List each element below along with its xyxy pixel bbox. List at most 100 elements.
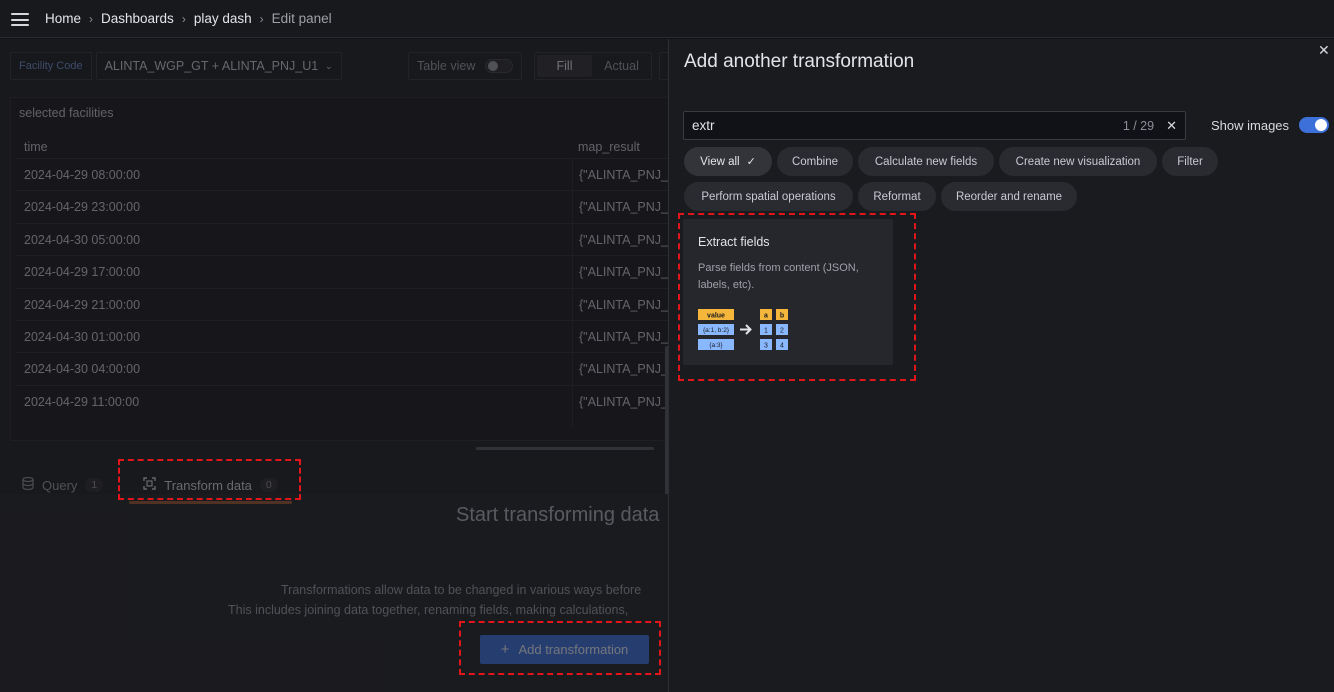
table-view-toggle[interactable]: Table view: [408, 52, 522, 80]
fill-actual-group: Fill Actual: [534, 52, 652, 80]
plus-icon: +: [500, 641, 510, 658]
clear-search-icon[interactable]: ✕: [1166, 118, 1177, 134]
table-view-label: Table view: [417, 59, 476, 73]
cell-time: 2024-04-30 04:00:00: [24, 362, 141, 377]
transformation-search: 1 / 29 ✕: [683, 111, 1186, 140]
illus-cell-2: 2: [780, 327, 784, 334]
table-row[interactable]: 2024-04-29 17:00:00 {"ALINTA_PNJ_: [15, 255, 668, 287]
panel-title: selected facilities: [19, 106, 114, 120]
filter-reorder-and-rename[interactable]: Reorder and rename: [941, 182, 1077, 211]
show-images-label: Show images: [1211, 117, 1290, 133]
filter-calculate-new-fields[interactable]: Calculate new fields: [858, 147, 994, 176]
column-header-time[interactable]: time: [24, 140, 48, 154]
breadcrumb-dashboard[interactable]: play dash: [194, 11, 252, 26]
breadcrumb-current: Edit panel: [271, 11, 332, 26]
cell-map-result: {"ALINTA_PNJ_: [579, 265, 668, 280]
table-row[interactable]: 2024-04-29 21:00:00 {"ALINTA_PNJ_: [15, 287, 668, 320]
table-row[interactable]: 2024-04-30 05:00:00 {"ALINTA_PNJ_: [15, 222, 668, 255]
table-body: 2024-04-29 08:00:00 {"ALINTA_PNJ_ 2024-04-…: [15, 158, 668, 417]
table-row[interactable]: 2024-04-29 11:00:00 {"ALINTA_PNJ_: [15, 384, 668, 417]
cell-time: 2024-04-30 01:00:00: [24, 329, 141, 344]
variable-label: Facility Code: [10, 52, 92, 80]
horizontal-scrollbar[interactable]: [476, 447, 654, 450]
illus-header-a: a: [764, 312, 768, 319]
column-header-map-result[interactable]: map_result: [578, 140, 640, 154]
empty-state-line2: This includes joining data together, ren…: [228, 603, 629, 617]
filter-view-all-label: View all: [700, 155, 740, 168]
table-row[interactable]: 2024-04-29 08:00:00 {"ALINTA_PNJ_: [15, 158, 668, 190]
check-icon: ✓: [746, 156, 756, 168]
add-transformation-drawer: Add another transformation ✕ 1 / 29 ✕ Sh…: [668, 39, 1334, 692]
breadcrumb-dashboards[interactable]: Dashboards: [101, 11, 174, 26]
table-row[interactable]: 2024-04-29 23:00:00 {"ALINTA_PNJ_: [15, 190, 668, 222]
editor-tabs: Query 1 Transform data 0: [22, 468, 292, 504]
search-input[interactable]: [692, 118, 1123, 133]
tab-transform-label: Transform data: [164, 477, 252, 493]
cell-map-result: {"ALINTA_PNJ_: [579, 394, 668, 409]
database-icon: [22, 476, 34, 493]
toggle-switch[interactable]: [485, 59, 513, 73]
show-images-toggle[interactable]: [1299, 117, 1330, 133]
search-result-count: 1 / 29: [1122, 118, 1155, 133]
filter-perform-spatial-operations[interactable]: Perform spatial operations: [684, 182, 853, 211]
illus-cell-3: 3: [764, 342, 768, 349]
cell-map-result: {"ALINTA_PNJ_: [579, 200, 668, 215]
transform-icon: [143, 477, 156, 493]
cell-map-result: {"ALINTA_PNJ_: [579, 362, 668, 377]
transformation-card-extract-fields[interactable]: Extract fields Parse fields from content…: [683, 219, 893, 365]
chevron-down-icon: ⌄: [325, 60, 333, 71]
illus-cell-1: 1: [764, 327, 768, 334]
cell-map-result: {"ALINTA_PNJ_: [579, 329, 668, 344]
add-transformation-button[interactable]: + Add transformation: [480, 635, 649, 664]
drawer-title: Add another transformation: [684, 51, 915, 72]
cell-map-result: {"ALINTA_PNJ_: [579, 232, 668, 247]
chevron-right-icon: ›: [259, 11, 264, 26]
time-picker-button[interactable]: [659, 52, 668, 80]
illus-value: value: [707, 312, 725, 319]
table-row[interactable]: 2024-04-30 04:00:00 {"ALINTA_PNJ_: [15, 352, 668, 384]
empty-state-title: Start transforming data: [456, 504, 660, 526]
chevron-right-icon: ›: [89, 11, 94, 26]
tab-query-count: 1: [85, 478, 104, 492]
filter-view-all[interactable]: View all ✓: [684, 147, 772, 176]
tab-query-label: Query: [42, 477, 78, 493]
illus-header-b: b: [780, 312, 784, 319]
filter-filter[interactable]: Filter: [1162, 147, 1218, 176]
tab-transform-data[interactable]: Transform data 0: [129, 468, 292, 504]
cell-time: 2024-04-29 23:00:00: [24, 200, 141, 215]
filter-combine[interactable]: Combine: [777, 147, 853, 176]
variable-value: ALINTA_WGP_GT + ALINTA_PNJ_U1: [104, 59, 319, 73]
cell-time: 2024-04-30 05:00:00: [24, 232, 141, 247]
add-transformation-label: Add transformation: [518, 642, 629, 657]
table-row[interactable]: 2024-04-30 01:00:00 {"ALINTA_PNJ_: [15, 319, 668, 352]
cell-time: 2024-04-29 21:00:00: [24, 297, 141, 312]
top-bar: Home › Dashboards › play dash › Edit pan…: [0, 0, 1334, 38]
fill-button[interactable]: Fill: [537, 55, 592, 77]
show-images-control: Show images: [1211, 117, 1330, 133]
breadcrumb-home[interactable]: Home: [45, 11, 81, 26]
table-panel: selected facilities time map_result 2024…: [10, 97, 668, 441]
illus-cell-4: 4: [780, 342, 784, 349]
actual-button[interactable]: Actual: [594, 55, 649, 77]
cell-time: 2024-04-29 11:00:00: [24, 394, 140, 409]
variable-select[interactable]: ALINTA_WGP_GT + ALINTA_PNJ_U1 ⌄: [95, 52, 342, 80]
filter-create-new-visualization[interactable]: Create new visualization: [999, 147, 1157, 176]
cell-time: 2024-04-29 17:00:00: [24, 265, 141, 280]
cell-time: 2024-04-29 08:00:00: [24, 168, 141, 182]
illus-row2: {a:3}: [709, 342, 723, 349]
empty-state-line1: Transformations allow data to be changed…: [281, 583, 642, 597]
filter-reformat[interactable]: Reformat: [858, 182, 936, 211]
breadcrumb: Home › Dashboards › play dash › Edit pan…: [45, 11, 332, 26]
variable-picker: Facility Code ALINTA_WGP_GT + ALINTA_PNJ…: [10, 52, 342, 80]
extract-fields-illustration: value {a:1, b:2} {a:3} a b 1 2 3 4: [698, 309, 788, 350]
menu-icon[interactable]: [11, 13, 29, 26]
cell-map-result: {"ALINTA_PNJ_: [579, 297, 668, 312]
tab-query[interactable]: Query 1: [22, 468, 104, 502]
card-description: Parse fields from content (JSON, labels,…: [698, 262, 859, 291]
tab-transform-count: 0: [259, 478, 278, 492]
card-title: Extract fields: [698, 235, 770, 249]
illus-row1: {a:1, b:2}: [703, 327, 730, 334]
chevron-right-icon: ›: [181, 11, 186, 26]
close-icon[interactable]: ✕: [1318, 42, 1330, 59]
cell-map-result: {"ALINTA_PNJ_: [579, 168, 668, 182]
